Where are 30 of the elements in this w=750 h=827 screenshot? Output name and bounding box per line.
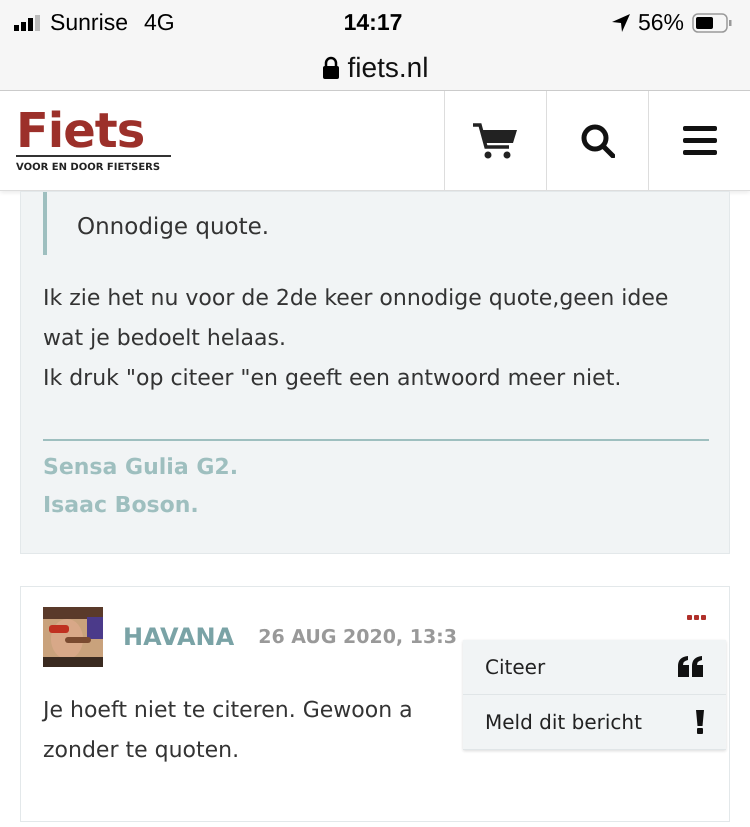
logo-tagline: VOOR EN DOOR FIETSERS — [16, 154, 171, 174]
battery-icon — [692, 12, 732, 32]
post-date: 26 AUG 2020, 13:3 — [258, 624, 458, 650]
battery-percent: 56% — [638, 8, 684, 38]
post-text: Je hoeft niet te citeren. Gewoon a — [43, 697, 413, 725]
quote-text: Onnodige quote. — [77, 213, 270, 242]
menu-item[interactable]: Meld dit bericht — [463, 695, 726, 750]
cart-icon — [472, 122, 518, 158]
post-text: zonder te quoten. — [43, 737, 240, 765]
search-icon — [580, 124, 614, 158]
address-url[interactable]: fiets.nl — [348, 46, 428, 88]
cart-button[interactable] — [444, 91, 546, 190]
post-text: Ik zie het nu voor de 2de keer onnodige quote,geen idee wat je bedoelt helaas. — [43, 284, 670, 352]
lock-icon — [322, 56, 340, 80]
signal-icon — [14, 14, 42, 30]
menu-icon — [682, 125, 716, 156]
signature-text: Sensa Gulia G2. — [43, 454, 240, 482]
search-button[interactable] — [546, 91, 648, 190]
site-logo[interactable]: Fiets — [16, 106, 171, 154]
exclamation-icon — [696, 710, 704, 734]
menu-button[interactable] — [648, 91, 750, 190]
location-arrow-icon — [612, 14, 630, 32]
quote-icon — [678, 656, 704, 678]
signature-text: Isaac Boson. — [43, 492, 200, 520]
post-text: Ik druk "op citeer "en geeft een antwoord meer niet. — [43, 364, 622, 392]
carrier-name: Sunrise — [50, 8, 128, 38]
status-time: 14:17 — [342, 8, 404, 38]
more-options-icon[interactable] — [687, 615, 707, 621]
menu-item[interactable]: Citeer — [463, 640, 726, 695]
network-type: 4G — [144, 8, 175, 38]
